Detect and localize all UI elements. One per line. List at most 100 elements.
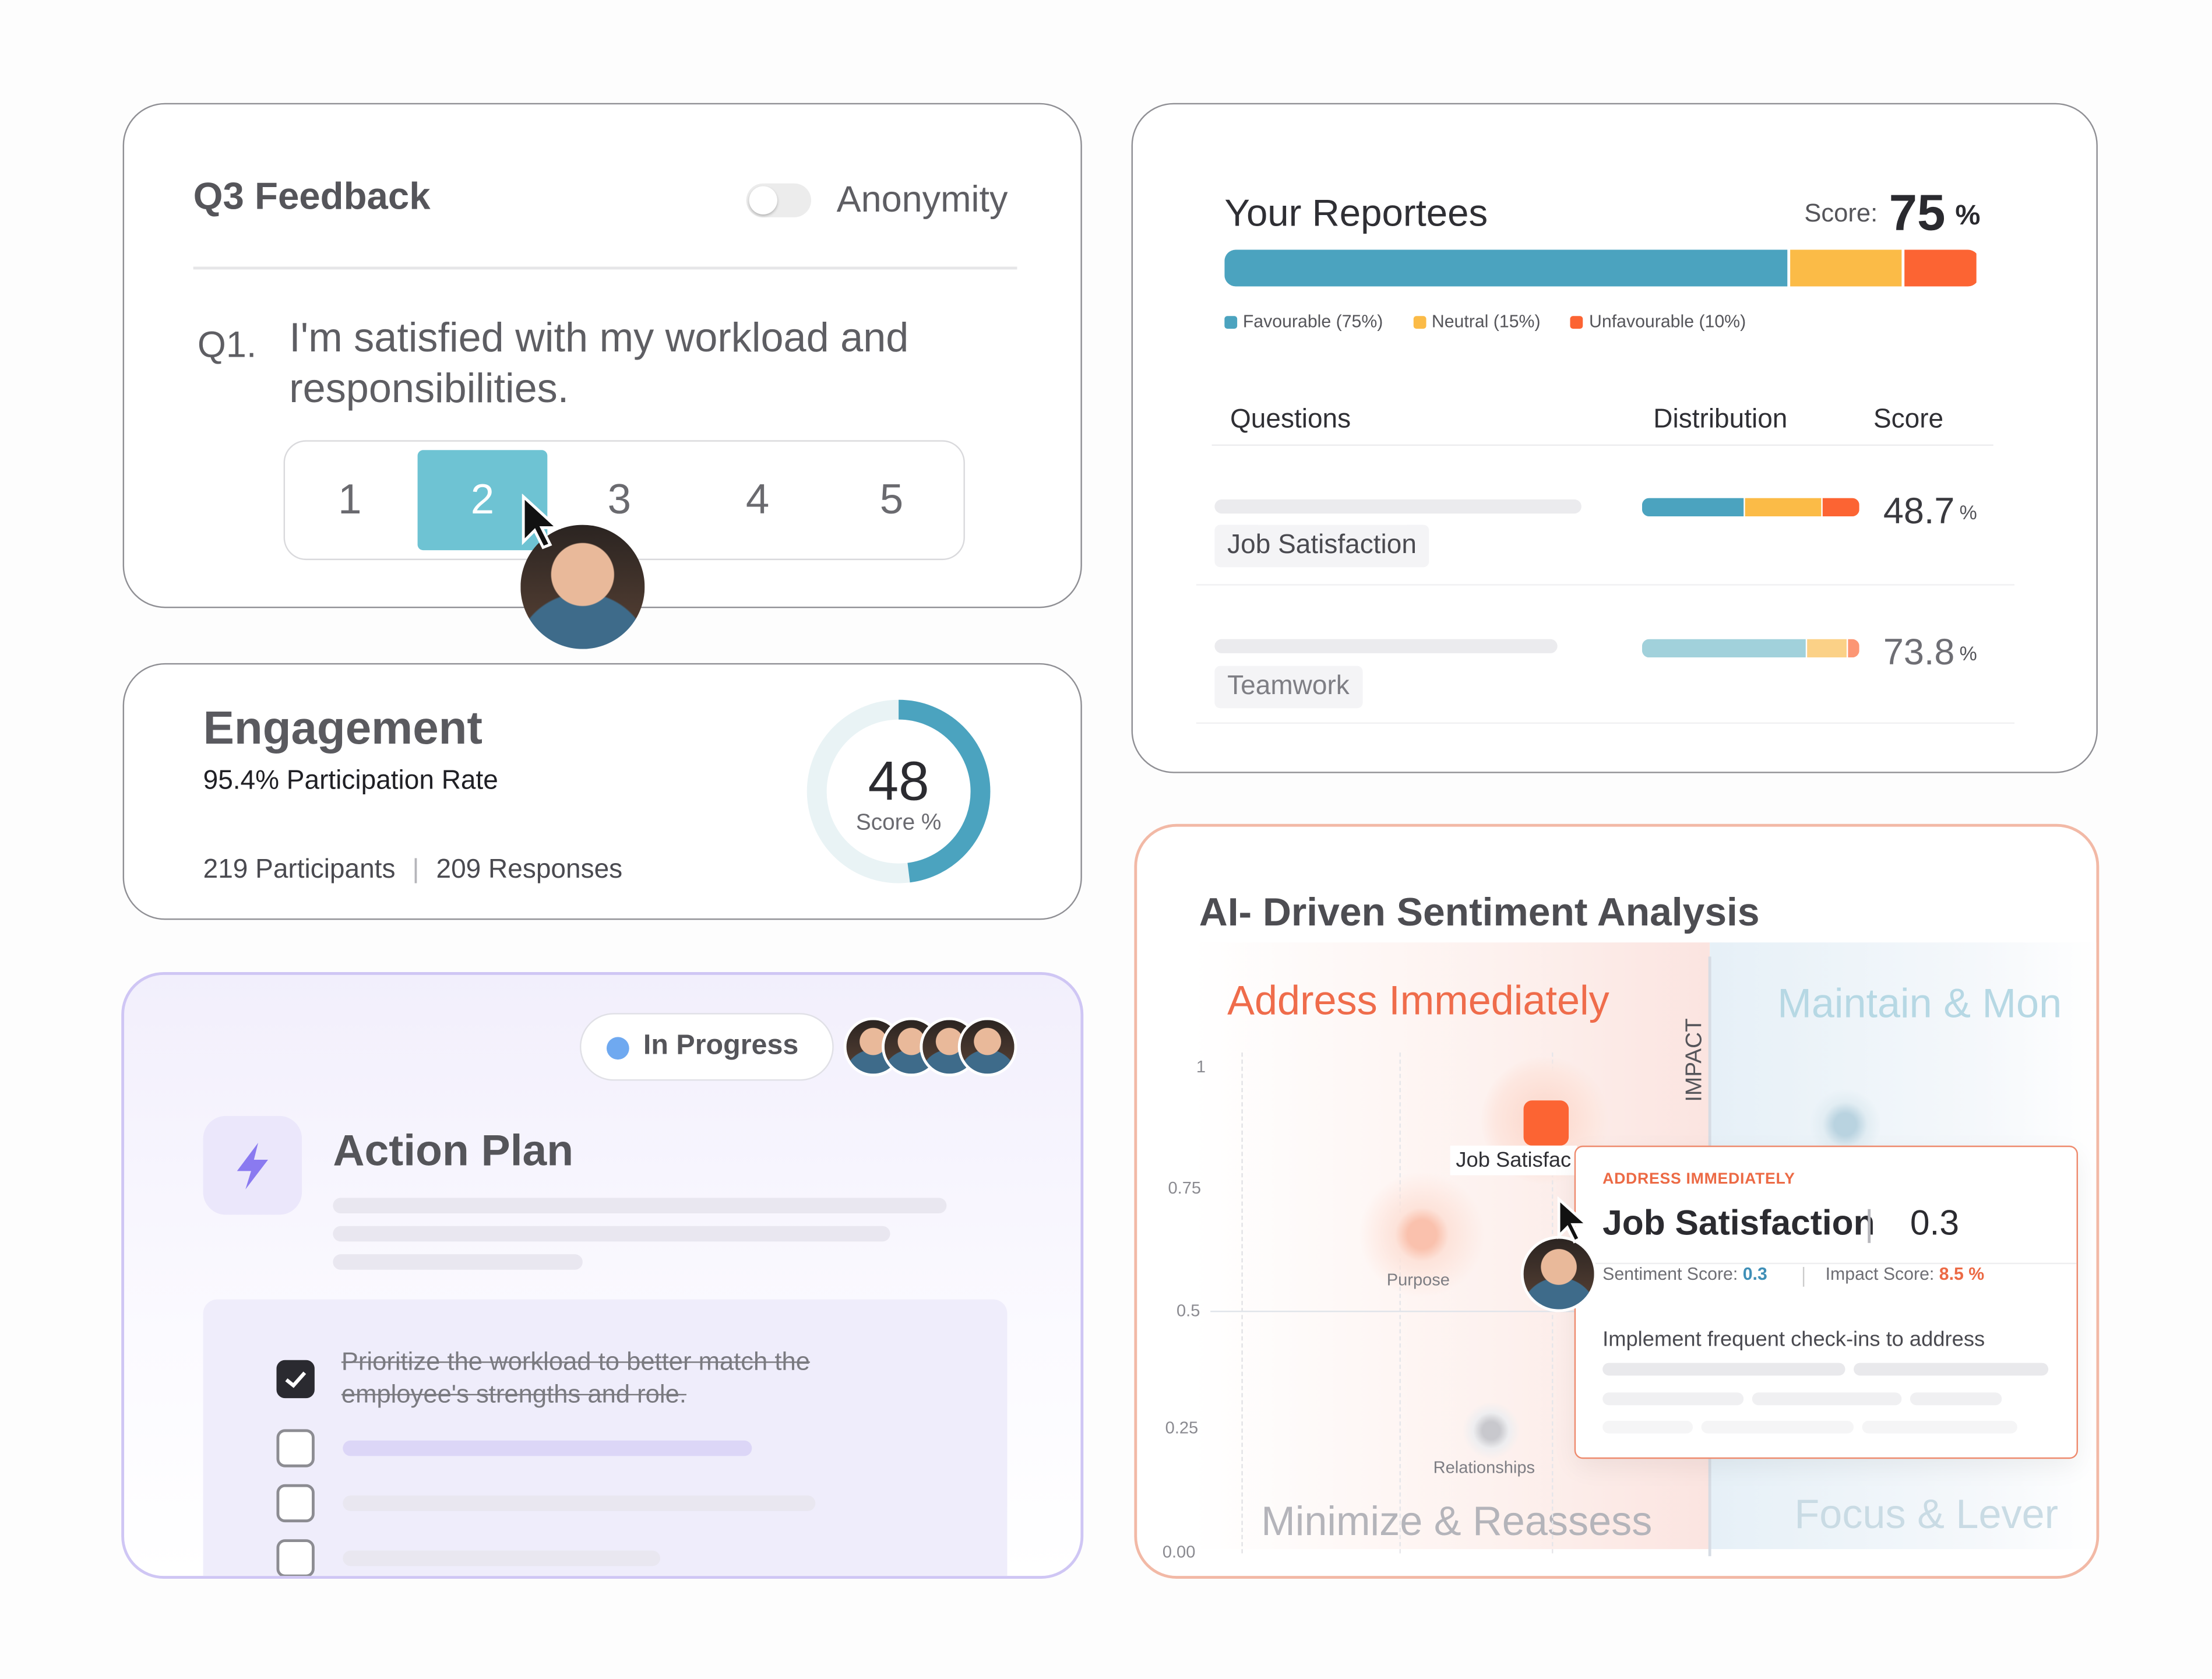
row-distribution-bar	[1642, 498, 1859, 517]
legend-item: Favourable (75%)	[1224, 312, 1383, 332]
text-placeholder	[1910, 1392, 2002, 1406]
rating-option-4[interactable]: 4	[693, 450, 823, 550]
quadrant-label: Focus & Lever	[1794, 1493, 2059, 1538]
legend-item: Neutral (15%)	[1413, 312, 1541, 332]
card-title: Action Plan	[333, 1125, 574, 1175]
tooltip-value: 0.3	[1910, 1203, 1960, 1243]
check-icon	[285, 1371, 307, 1388]
y-tick: 0.5	[1177, 1301, 1200, 1321]
header-divider	[1211, 444, 1993, 446]
y-tick: 1	[1196, 1057, 1206, 1077]
text-placeholder	[1214, 639, 1558, 653]
quadrant-label: Maintain & Mon	[1777, 981, 2062, 1027]
card-title: Q3 Feedback	[193, 175, 431, 217]
legend-label: Unfavourable (10%)	[1589, 312, 1746, 332]
avatar	[957, 1017, 1017, 1077]
card-title: Engagement	[203, 701, 483, 754]
text-placeholder	[1862, 1420, 2017, 1434]
relationships-point[interactable]	[1463, 1402, 1520, 1459]
responses-count: 209 Responses	[436, 855, 623, 885]
row-score: 48.7	[1883, 490, 1955, 532]
score-unit: %	[1955, 200, 1981, 232]
unfavourable-segment	[1904, 249, 1977, 287]
point-label: Purpose	[1386, 1269, 1450, 1290]
task-checkbox[interactable]	[276, 1429, 315, 1467]
text-placeholder	[1752, 1392, 1902, 1406]
card-title: Your Reportees	[1224, 192, 1488, 234]
participation-rate: 95.4% Participation Rate	[203, 766, 498, 796]
legend-swatch	[1224, 316, 1238, 329]
y-tick: 0.75	[1168, 1178, 1202, 1198]
impact-score-label: Impact Score:	[1825, 1264, 1935, 1284]
participation-stats: 219 Participants | 209 Responses	[203, 855, 623, 886]
meta-divider	[1802, 1266, 1805, 1287]
sentiment-score: Sentiment Score: 0.3	[1602, 1264, 1767, 1284]
text-placeholder	[1701, 1420, 1854, 1434]
point-label: Relationships	[1433, 1457, 1535, 1477]
action-plan-card: In Progress Action Plan Prioritize the w…	[121, 972, 1084, 1579]
rating-option-5[interactable]: 5	[827, 450, 957, 550]
user-avatar	[1520, 1236, 1597, 1312]
column-header-questions[interactable]: Questions	[1230, 405, 1351, 436]
toggle-knob	[749, 186, 777, 214]
tooltip-name: Job Satisfaction	[1602, 1203, 1875, 1243]
job-satisfaction-point[interactable]	[1523, 1100, 1569, 1146]
cursor-icon	[1557, 1196, 1591, 1244]
dashboard-canvas: Q3 Feedback Anonymity Q1. I'm satisfied …	[0, 0, 2212, 1679]
score-value: 75	[1889, 183, 1946, 241]
row-score-unit: %	[1959, 501, 1977, 524]
text-placeholder	[1602, 1363, 1845, 1376]
anonymity-toggle[interactable]	[746, 183, 812, 217]
task-text: Prioritize the workload to better match …	[341, 1347, 810, 1409]
impact-score-value: 8.5 %	[1939, 1264, 1985, 1284]
distribution-legend: Favourable (75%) Neutral (15%) Unfavoura…	[1224, 312, 1771, 332]
text-placeholder	[343, 1495, 816, 1511]
divider	[193, 266, 1017, 270]
y-tick: 0.00	[1162, 1542, 1196, 1562]
text-placeholder	[1214, 499, 1581, 514]
engagement-card: Engagement 95.4% Participation Rate 219 …	[122, 663, 1082, 920]
status-label: In Progress	[643, 1030, 799, 1061]
text-placeholder	[343, 1550, 660, 1567]
column-header-distribution[interactable]: Distribution	[1653, 405, 1787, 436]
reportees-card: Your Reportees Score: 75 % Favourable (7…	[1131, 103, 2098, 773]
sentiment-score-value: 0.3	[1742, 1264, 1767, 1284]
tooltip-category: ADDRESS IMMEDIATELY	[1602, 1171, 1795, 1188]
text-placeholder	[1602, 1392, 1744, 1406]
score-value: 48	[868, 752, 929, 813]
cursor-icon	[522, 494, 561, 550]
tooltip-divider	[1868, 1209, 1870, 1243]
legend-label: Favourable (75%)	[1242, 312, 1383, 332]
task-checkbox[interactable]	[276, 1539, 315, 1576]
participants-count: 219 Participants	[203, 855, 396, 885]
task-checkbox[interactable]	[276, 1484, 315, 1523]
sentiment-score-label: Sentiment Score:	[1602, 1264, 1738, 1284]
status-dot	[606, 1037, 629, 1060]
neutral-segment	[1790, 249, 1901, 287]
y-tick: 0.25	[1165, 1418, 1199, 1438]
grid-line	[1399, 1052, 1401, 1554]
question-number: Q1.	[197, 323, 257, 366]
row-divider	[1196, 722, 2015, 724]
grid-line	[1241, 1052, 1243, 1554]
legend-item: Unfavourable (10%)	[1570, 312, 1746, 332]
text-placeholder	[343, 1440, 752, 1456]
rating-option-1[interactable]: 1	[285, 450, 415, 550]
lightning-icon	[203, 1115, 302, 1215]
column-header-score[interactable]: Score	[1873, 405, 1943, 436]
question-tag[interactable]: Job Satisfaction	[1214, 525, 1429, 568]
text-placeholder	[333, 1198, 947, 1213]
assignee-avatars[interactable]	[843, 1017, 1020, 1079]
legend-swatch	[1413, 316, 1426, 329]
card-title: AI- Driven Sentiment Analysis	[1199, 890, 1760, 934]
question-tag[interactable]: Teamwork	[1214, 666, 1362, 709]
task-checkbox[interactable]	[276, 1360, 315, 1399]
anonymity-label: Anonymity	[836, 178, 1008, 220]
row-distribution-bar	[1642, 639, 1859, 658]
quadrant-label: Minimize & Reassess	[1261, 1500, 1653, 1545]
point-label: Job Satisfac	[1450, 1145, 1577, 1175]
status-badge[interactable]: In Progress	[579, 1013, 834, 1081]
distribution-bar	[1224, 249, 1979, 287]
text-placeholder	[1602, 1420, 1693, 1434]
point-tooltip: ADDRESS IMMEDIATELY Job Satisfaction 0.3…	[1574, 1145, 2078, 1459]
